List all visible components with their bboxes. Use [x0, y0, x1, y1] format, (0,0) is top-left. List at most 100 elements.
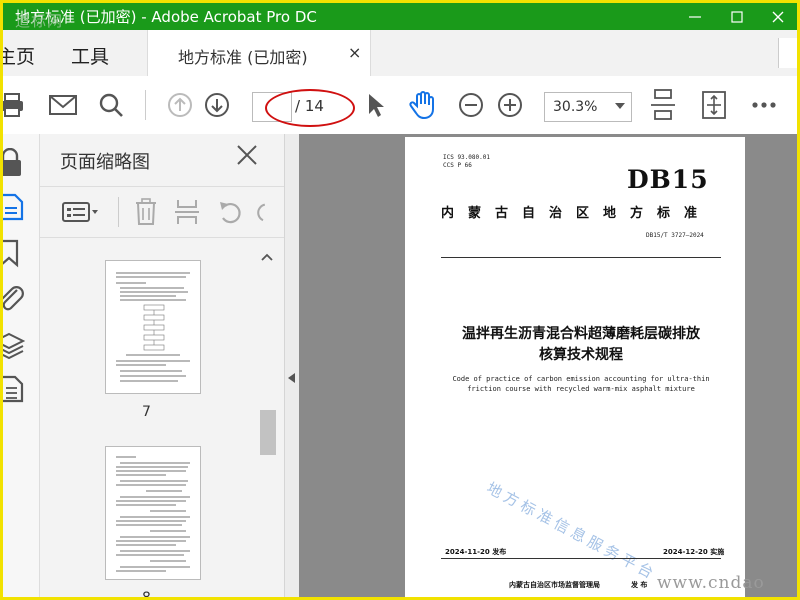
nav-tools[interactable]: 工具 — [71, 42, 109, 69]
email-button[interactable] — [47, 90, 79, 120]
bookmarks-button[interactable] — [3, 238, 25, 268]
left-tool-rail — [3, 134, 40, 597]
doc-title-cn-line1: 温拌再生沥青混合料超薄磨耗层碳排放 — [462, 326, 700, 342]
tab-overflow[interactable] — [778, 38, 797, 68]
panel-title: 页面缩略图 — [60, 152, 150, 173]
doc-issue-date: 2024-11-20 发布 — [445, 548, 507, 556]
fit-page-button[interactable] — [648, 88, 678, 122]
previous-page-button[interactable] — [165, 90, 195, 120]
doc-ics: ICS 93.080.01 — [443, 154, 490, 161]
thumbnail-page-7[interactable] — [105, 260, 201, 394]
more-options-button[interactable] — [749, 90, 779, 120]
highlight-annotation-ellipse — [265, 89, 355, 127]
zoom-value: 30.3% — [553, 99, 598, 115]
thumbnail-toolbar — [40, 186, 284, 238]
doc-standard-number: DB15/T 3727—2024 — [646, 232, 704, 239]
panel-collapse-handle[interactable] — [285, 134, 299, 597]
panel-close-button[interactable] — [236, 144, 258, 171]
hand-tool-button[interactable] — [406, 89, 440, 121]
zoom-in-button[interactable] — [495, 90, 525, 120]
thumbnail-scrollbar[interactable] — [258, 246, 276, 597]
page-thumbnails-button[interactable] — [3, 192, 25, 222]
maximize-icon — [731, 10, 743, 23]
layers-button[interactable] — [3, 330, 26, 360]
toolbar-separator — [145, 90, 146, 120]
lock-icon — [3, 147, 21, 176]
doc-ccs: CCS P 66 — [443, 162, 472, 169]
rotate-left-button[interactable] — [216, 197, 244, 227]
document-page: ICS 93.080.01 CCS P 66 DB15 内蒙古自治区地方标准 D… — [405, 137, 745, 597]
extract-page-button[interactable] — [173, 197, 201, 227]
fit-width-icon — [651, 89, 675, 120]
split-page-icon — [175, 200, 199, 224]
print-icon — [3, 93, 23, 117]
tab-document[interactable]: 地方标准 (已加密) × — [147, 30, 371, 76]
delete-page-button[interactable] — [132, 197, 160, 227]
content-button[interactable] — [3, 374, 25, 404]
thumbnail-toolbar-separator — [118, 197, 119, 227]
zoom-dropdown[interactable]: 30.3% — [544, 92, 632, 122]
search-button[interactable] — [95, 90, 127, 120]
title-bar: 地方标准 (已加密) - Adobe Acrobat Pro DC 道标网 — [3, 3, 797, 30]
close-icon — [237, 145, 257, 165]
list-options-icon — [62, 202, 98, 222]
arrow-up-circle-icon — [168, 93, 192, 117]
next-page-button[interactable] — [202, 90, 232, 120]
close-window-button[interactable] — [758, 3, 797, 30]
chevron-down-icon — [615, 103, 625, 109]
app-window: 地方标准 (已加密) - Adobe Acrobat Pro DC 道标网 主页… — [0, 0, 800, 600]
select-tool-button[interactable] — [363, 90, 389, 120]
doc-watermark: 地方标准信息服务平台 — [483, 478, 660, 584]
full-screen-button[interactable] — [699, 88, 729, 122]
print-button[interactable] — [3, 90, 27, 120]
rotate-left-icon — [220, 202, 241, 224]
doc-implementation-date: 2024-12-20 实施 — [663, 548, 725, 556]
thumbnail-content — [116, 456, 190, 572]
close-icon — [772, 11, 784, 22]
doc-standard-code: DB15 — [627, 165, 709, 194]
expand-arrows-icon — [702, 91, 726, 119]
plus-circle-icon — [498, 93, 522, 117]
cursor-arrow-icon — [369, 94, 384, 117]
minimize-icon — [689, 15, 701, 18]
doc-rule-top — [441, 257, 721, 258]
more-dots-icon — [752, 102, 776, 108]
thumbnail-page-number: 7 — [142, 404, 151, 420]
minimize-button[interactable] — [675, 3, 715, 30]
thumbnail-page-8[interactable] — [105, 446, 201, 580]
attachments-button[interactable] — [3, 284, 25, 314]
tab-close-button[interactable]: × — [348, 43, 361, 62]
tab-label: 地方标准 (已加密) — [178, 48, 308, 67]
doc-issue-word: 发 布 — [631, 581, 648, 589]
nav-home[interactable]: 主页 — [3, 42, 35, 69]
thumbnails-panel: 页面缩略图 7 8 — [40, 134, 285, 597]
maximize-button[interactable] — [717, 3, 757, 30]
rotate-right-button[interactable] — [252, 197, 274, 227]
hand-icon — [409, 91, 434, 120]
main-toolbar: / 14 30.3% — [3, 76, 797, 135]
document-view[interactable]: ICS 93.080.01 CCS P 66 DB15 内蒙古自治区地方标准 D… — [299, 134, 797, 597]
doc-region-standard: 内蒙古自治区地方标准 — [441, 206, 712, 221]
thumbnail-content — [116, 272, 190, 382]
doc-issuer: 内蒙古自治区市场监督管理局 — [509, 581, 600, 589]
minus-circle-icon — [459, 93, 483, 117]
doc-title-en-line2: friction course with recycled warm-mix a… — [467, 385, 695, 393]
thumbnail-page-number: 8 — [142, 590, 151, 600]
trash-icon — [136, 198, 156, 225]
search-icon — [99, 93, 123, 117]
caret-left-icon — [288, 373, 295, 383]
zoom-out-button[interactable] — [456, 90, 486, 120]
doc-title-cn-line2: 核算技术规程 — [539, 347, 623, 363]
bookmark-icon — [3, 239, 19, 268]
layers-icon — [3, 332, 26, 360]
page-copy-icon — [3, 193, 24, 221]
tab-bar: 主页 工具 地方标准 (已加密) × — [3, 30, 797, 77]
mail-icon — [49, 95, 77, 115]
thumbnail-options-button[interactable] — [60, 199, 102, 225]
arrow-down-circle-icon — [205, 93, 229, 117]
doc-rule-bottom — [441, 558, 721, 559]
security-button[interactable] — [3, 147, 25, 178]
watermark-bottom-right: www.cndao — [657, 573, 765, 593]
doc-title-en-line1: Code of practice of carbon emission acco… — [452, 375, 710, 383]
scrollbar-thumb[interactable] — [260, 410, 276, 455]
